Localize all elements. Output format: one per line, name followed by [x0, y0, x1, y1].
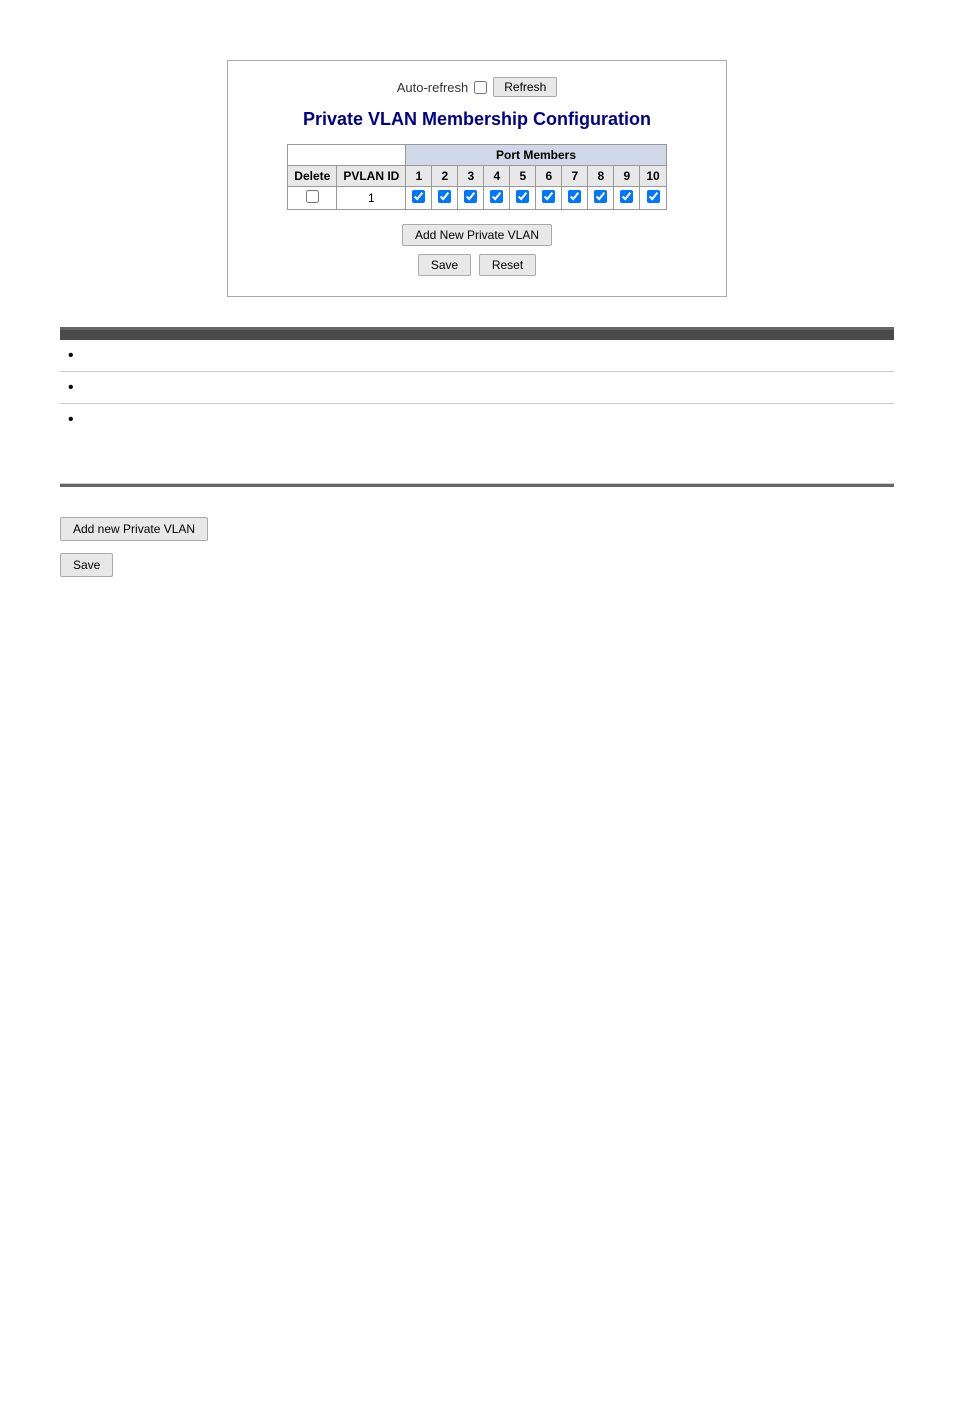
delete-checkbox-row1[interactable]	[306, 190, 319, 203]
bullet-icon-1: •	[68, 347, 74, 364]
col-port-3: 3	[458, 166, 484, 187]
port-10-checkbox[interactable]	[647, 190, 660, 203]
table-row: 1	[288, 187, 666, 210]
info-row3-col1: •	[60, 404, 220, 484]
bottom-buttons-row: Add new Private VLAN Save	[60, 517, 894, 583]
port-members-header: Port Members	[406, 145, 666, 166]
col-port-5: 5	[510, 166, 536, 187]
info-row-1: •	[60, 340, 894, 372]
port-8-checkbox[interactable]	[594, 190, 607, 203]
info-row3-col2	[220, 404, 894, 484]
info-row-3: •	[60, 404, 894, 484]
port-4-checkbox[interactable]	[490, 190, 503, 203]
col-port-1: 1	[406, 166, 432, 187]
save-reset-row: Save Reset	[248, 254, 706, 276]
save-button[interactable]: Save	[418, 254, 471, 276]
page-title: Private VLAN Membership Configuration	[248, 109, 706, 130]
col-port-10: 10	[640, 166, 666, 187]
info-row2-col2	[220, 372, 894, 404]
info-row2-col1: •	[60, 372, 220, 404]
info-row1-col1: •	[60, 340, 220, 372]
col-pvlan-id: PVLAN ID	[337, 166, 406, 187]
info-table: • • •	[60, 330, 894, 484]
info-row1-col2	[220, 340, 894, 372]
bottom-add-pvlan-button[interactable]: Add new Private VLAN	[60, 517, 208, 541]
reset-button[interactable]: Reset	[479, 254, 536, 276]
bottom-save-button[interactable]: Save	[60, 553, 113, 577]
pvlan-id-cell: 1	[337, 187, 406, 210]
bullet-icon-2: •	[68, 379, 74, 396]
autorefresh-checkbox[interactable]	[474, 81, 487, 94]
config-table: Port Members Delete PVLAN ID 1 2 3 4 5 6…	[287, 144, 666, 210]
port-3-checkbox[interactable]	[464, 190, 477, 203]
col-port-4: 4	[484, 166, 510, 187]
bullet-icon-3: •	[68, 411, 74, 428]
autorefresh-row: Auto-refresh Refresh	[248, 77, 706, 97]
config-panel: Auto-refresh Refresh Private VLAN Member…	[227, 60, 727, 297]
info-row-2: •	[60, 372, 894, 404]
add-new-pvlan-button[interactable]: Add New Private VLAN	[402, 224, 552, 246]
col-port-6: 6	[536, 166, 562, 187]
autorefresh-label: Auto-refresh	[397, 80, 469, 95]
port-5-checkbox[interactable]	[516, 190, 529, 203]
port-1-checkbox[interactable]	[412, 190, 425, 203]
col-port-9: 9	[614, 166, 640, 187]
info-table-wrapper: • • •	[60, 327, 894, 487]
add-pvlan-row: Add New Private VLAN	[248, 224, 706, 246]
info-section: • • •	[60, 327, 894, 487]
col-port-2: 2	[432, 166, 458, 187]
col-port-8: 8	[588, 166, 614, 187]
port-7-checkbox[interactable]	[568, 190, 581, 203]
col-port-7: 7	[562, 166, 588, 187]
info-col-header-1	[60, 330, 220, 340]
refresh-button[interactable]: Refresh	[493, 77, 557, 97]
port-2-checkbox[interactable]	[438, 190, 451, 203]
bottom-buttons: Add new Private VLAN Save	[60, 517, 894, 583]
info-col-header-2	[220, 330, 894, 340]
col-delete: Delete	[288, 166, 337, 187]
port-6-checkbox[interactable]	[542, 190, 555, 203]
port-9-checkbox[interactable]	[620, 190, 633, 203]
